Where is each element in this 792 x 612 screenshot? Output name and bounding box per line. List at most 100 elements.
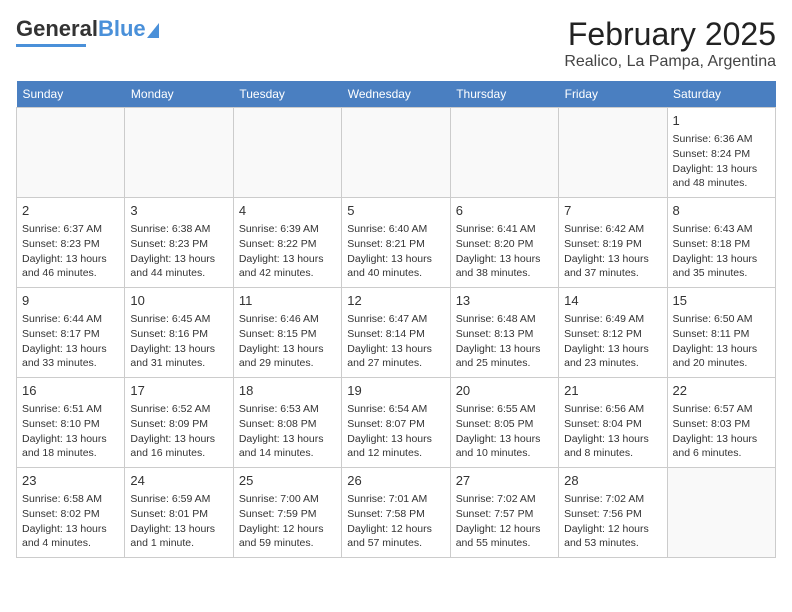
day-number: 25: [239, 472, 336, 490]
day-info: Sunrise: 7:02 AM Sunset: 7:56 PM Dayligh…: [564, 492, 661, 551]
day-info: Sunrise: 6:49 AM Sunset: 8:12 PM Dayligh…: [564, 312, 661, 371]
day-number: 26: [347, 472, 444, 490]
calendar-cell: 24Sunrise: 6:59 AM Sunset: 8:01 PM Dayli…: [125, 468, 233, 558]
calendar-cell: 19 Sunrise: 6:54 AM Sunset: 8:07 PM Dayli…: [342, 378, 450, 468]
header-sunday: Sunday: [17, 81, 125, 108]
day-number: 6: [456, 202, 553, 220]
calendar-cell: [125, 108, 233, 198]
calendar-cell: 16Sunrise: 6:51 AM Sunset: 8:10 PM Dayli…: [17, 378, 125, 468]
day-number: 13: [456, 292, 553, 310]
logo-text: GeneralBlue: [16, 16, 146, 42]
day-number: 7: [564, 202, 661, 220]
logo-triangle-icon: [147, 23, 159, 38]
calendar-cell: 2 Sunrise: 6:37 AM Sunset: 8:23 PM Daylig…: [17, 198, 125, 288]
header-saturday: Saturday: [667, 81, 775, 108]
day-number: 28: [564, 472, 661, 490]
page-subtitle: Realico, La Pampa, Argentina: [564, 53, 776, 71]
calendar-cell: 20 Sunrise: 6:55 AM Sunset: 8:05 PM Dayli…: [450, 378, 558, 468]
calendar-cell: 9Sunrise: 6:44 AM Sunset: 8:17 PM Daylig…: [17, 288, 125, 378]
day-number: 27: [456, 472, 553, 490]
calendar-cell: 18 Sunrise: 6:53 AM Sunset: 8:08 PM Dayli…: [233, 378, 341, 468]
day-info: Sunrise: 6:59 AM Sunset: 8:01 PM Dayligh…: [130, 492, 227, 551]
day-number: 23: [22, 472, 119, 490]
calendar-cell: [17, 108, 125, 198]
day-info: Sunrise: 6:58 AM Sunset: 8:02 PM Dayligh…: [22, 492, 119, 551]
calendar-week-row: 23 Sunrise: 6:58 AM Sunset: 8:02 PM Dayli…: [17, 468, 776, 558]
calendar-table: SundayMondayTuesdayWednesdayThursdayFrid…: [16, 81, 776, 558]
calendar-cell: [667, 468, 775, 558]
calendar-cell: [450, 108, 558, 198]
day-info: Sunrise: 6:47 AM Sunset: 8:14 PM Dayligh…: [347, 312, 444, 371]
calendar-header-row: SundayMondayTuesdayWednesdayThursdayFrid…: [17, 81, 776, 108]
calendar-cell: 21 Sunrise: 6:56 AM Sunset: 8:04 PM Dayli…: [559, 378, 667, 468]
day-info: Sunrise: 6:46 AM Sunset: 8:15 PM Dayligh…: [239, 312, 336, 371]
calendar-cell: 27Sunrise: 7:02 AM Sunset: 7:57 PM Dayli…: [450, 468, 558, 558]
calendar-cell: 26 Sunrise: 7:01 AM Sunset: 7:58 PM Dayli…: [342, 468, 450, 558]
calendar-cell: [342, 108, 450, 198]
page-title: February 2025: [564, 16, 776, 53]
calendar-cell: 5 Sunrise: 6:40 AM Sunset: 8:21 PM Daylig…: [342, 198, 450, 288]
day-info: Sunrise: 6:41 AM Sunset: 8:20 PM Dayligh…: [456, 222, 553, 281]
calendar-cell: 28 Sunrise: 7:02 AM Sunset: 7:56 PM Dayli…: [559, 468, 667, 558]
calendar-cell: 4Sunrise: 6:39 AM Sunset: 8:22 PM Daylig…: [233, 198, 341, 288]
day-info: Sunrise: 6:37 AM Sunset: 8:23 PM Dayligh…: [22, 222, 119, 281]
header-wednesday: Wednesday: [342, 81, 450, 108]
day-info: Sunrise: 6:54 AM Sunset: 8:07 PM Dayligh…: [347, 402, 444, 461]
day-info: Sunrise: 6:42 AM Sunset: 8:19 PM Dayligh…: [564, 222, 661, 281]
calendar-cell: 3Sunrise: 6:38 AM Sunset: 8:23 PM Daylig…: [125, 198, 233, 288]
logo: GeneralBlue: [16, 16, 159, 47]
day-number: 20: [456, 382, 553, 400]
day-number: 10: [130, 292, 227, 310]
calendar-cell: 11 Sunrise: 6:46 AM Sunset: 8:15 PM Dayli…: [233, 288, 341, 378]
calendar-cell: 1 Sunrise: 6:36 AM Sunset: 8:24 PM Daylig…: [667, 108, 775, 198]
day-info: Sunrise: 6:55 AM Sunset: 8:05 PM Dayligh…: [456, 402, 553, 461]
calendar-cell: [233, 108, 341, 198]
day-number: 11: [239, 292, 336, 310]
day-number: 15: [673, 292, 770, 310]
calendar-cell: 17 Sunrise: 6:52 AM Sunset: 8:09 PM Dayli…: [125, 378, 233, 468]
day-number: 21: [564, 382, 661, 400]
calendar-cell: 8 Sunrise: 6:43 AM Sunset: 8:18 PM Daylig…: [667, 198, 775, 288]
calendar-cell: 7 Sunrise: 6:42 AM Sunset: 8:19 PM Daylig…: [559, 198, 667, 288]
calendar-cell: 23 Sunrise: 6:58 AM Sunset: 8:02 PM Dayli…: [17, 468, 125, 558]
day-number: 22: [673, 382, 770, 400]
day-info: Sunrise: 6:56 AM Sunset: 8:04 PM Dayligh…: [564, 402, 661, 461]
header-monday: Monday: [125, 81, 233, 108]
day-number: 5: [347, 202, 444, 220]
day-number: 1: [673, 112, 770, 130]
day-info: Sunrise: 6:50 AM Sunset: 8:11 PM Dayligh…: [673, 312, 770, 371]
calendar-cell: 13 Sunrise: 6:48 AM Sunset: 8:13 PM Dayli…: [450, 288, 558, 378]
day-number: 14: [564, 292, 661, 310]
day-info: Sunrise: 6:57 AM Sunset: 8:03 PM Dayligh…: [673, 402, 770, 461]
day-number: 19: [347, 382, 444, 400]
day-info: Sunrise: 7:01 AM Sunset: 7:58 PM Dayligh…: [347, 492, 444, 551]
day-number: 2: [22, 202, 119, 220]
header-tuesday: Tuesday: [233, 81, 341, 108]
calendar-cell: 12 Sunrise: 6:47 AM Sunset: 8:14 PM Dayli…: [342, 288, 450, 378]
day-number: 8: [673, 202, 770, 220]
calendar-cell: 15 Sunrise: 6:50 AM Sunset: 8:11 PM Dayli…: [667, 288, 775, 378]
day-info: Sunrise: 6:51 AM Sunset: 8:10 PM Dayligh…: [22, 402, 119, 461]
day-info: Sunrise: 6:43 AM Sunset: 8:18 PM Dayligh…: [673, 222, 770, 281]
calendar-cell: 6 Sunrise: 6:41 AM Sunset: 8:20 PM Daylig…: [450, 198, 558, 288]
header-friday: Friday: [559, 81, 667, 108]
title-area: February 2025 Realico, La Pampa, Argenti…: [564, 16, 776, 71]
day-info: Sunrise: 6:39 AM Sunset: 8:22 PM Dayligh…: [239, 222, 336, 281]
header-thursday: Thursday: [450, 81, 558, 108]
header: GeneralBlue February 2025 Realico, La Pa…: [16, 16, 776, 71]
day-info: Sunrise: 6:36 AM Sunset: 8:24 PM Dayligh…: [673, 132, 770, 191]
day-number: 12: [347, 292, 444, 310]
day-info: Sunrise: 6:48 AM Sunset: 8:13 PM Dayligh…: [456, 312, 553, 371]
day-info: Sunrise: 6:38 AM Sunset: 8:23 PM Dayligh…: [130, 222, 227, 281]
day-info: Sunrise: 6:53 AM Sunset: 8:08 PM Dayligh…: [239, 402, 336, 461]
calendar-cell: 10Sunrise: 6:45 AM Sunset: 8:16 PM Dayli…: [125, 288, 233, 378]
day-info: Sunrise: 6:52 AM Sunset: 8:09 PM Dayligh…: [130, 402, 227, 461]
day-info: Sunrise: 6:40 AM Sunset: 8:21 PM Dayligh…: [347, 222, 444, 281]
calendar-cell: 22 Sunrise: 6:57 AM Sunset: 8:03 PM Dayli…: [667, 378, 775, 468]
day-number: 17: [130, 382, 227, 400]
day-info: Sunrise: 7:00 AM Sunset: 7:59 PM Dayligh…: [239, 492, 336, 551]
day-number: 18: [239, 382, 336, 400]
calendar-week-row: 9Sunrise: 6:44 AM Sunset: 8:17 PM Daylig…: [17, 288, 776, 378]
calendar-week-row: 1 Sunrise: 6:36 AM Sunset: 8:24 PM Daylig…: [17, 108, 776, 198]
calendar-cell: 25 Sunrise: 7:00 AM Sunset: 7:59 PM Dayli…: [233, 468, 341, 558]
